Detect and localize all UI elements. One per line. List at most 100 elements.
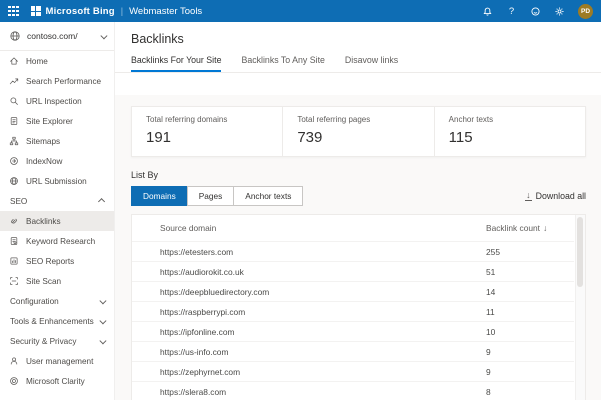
chevron-down-icon	[99, 297, 105, 303]
column-backlink-count-label: Backlink count	[486, 223, 540, 233]
source-domain-link[interactable]: https://deepbluedirectory.com	[160, 287, 486, 297]
table-scrollbar[interactable]	[575, 215, 585, 400]
home-icon	[9, 56, 19, 66]
document-icon	[9, 116, 19, 126]
toggle-anchor-texts[interactable]: Anchor texts	[233, 186, 303, 206]
content-area: Total referring domains 191 Total referr…	[115, 95, 601, 400]
toggle-domains[interactable]: Domains	[131, 186, 188, 206]
sidebar-item-site-explorer[interactable]: Site Explorer	[0, 111, 114, 131]
sidebar-item-backlinks[interactable]: Backlinks	[0, 211, 114, 231]
person-icon	[9, 356, 19, 366]
sidebar-item-label: Keyword Research	[26, 237, 95, 246]
sort-descending-icon[interactable]: ↓	[543, 223, 547, 233]
sidebar-item-label: Home	[26, 57, 48, 66]
sidebar-group-tools-enhancements[interactable]: Tools & Enhancements	[0, 311, 114, 331]
app-launcher-icon[interactable]	[8, 6, 19, 17]
backlink-count: 10	[486, 327, 574, 337]
settings-icon[interactable]	[554, 6, 565, 17]
column-backlink-count[interactable]: Backlink count↓	[486, 223, 574, 233]
column-source-domain[interactable]: Source domain	[160, 223, 486, 233]
source-domain-link[interactable]: https://raspberrypi.com	[160, 307, 486, 317]
backlink-count: 255	[486, 247, 574, 257]
sidebar-item-label: Sitemaps	[26, 137, 60, 146]
list-by-label: List By	[131, 170, 586, 180]
stat-anchor-texts: Anchor texts 115	[435, 107, 585, 156]
sidebar-item-label: SEO Reports	[26, 257, 74, 266]
sidebar-item-indexnow[interactable]: IndexNow	[0, 151, 114, 171]
table-header-row: Source domain Backlink count↓	[132, 215, 574, 241]
site-selector-label: contoso.com/	[27, 31, 95, 41]
download-all-label: Download all	[536, 191, 586, 201]
trend-chart-icon	[9, 76, 19, 86]
source-domain-link[interactable]: https://audiorokit.co.uk	[160, 267, 486, 277]
header-divider	[115, 72, 601, 73]
tab-backlinks-to-any-site[interactable]: Backlinks To Any Site	[241, 55, 324, 72]
site-selector[interactable]: contoso.com/	[0, 22, 114, 51]
help-icon[interactable]: ?	[506, 6, 517, 17]
brand-divider: |	[121, 6, 123, 16]
sidebar-item-url-inspection[interactable]: URL Inspection	[0, 91, 114, 111]
sidebar-group-configuration[interactable]: Configuration	[0, 291, 114, 311]
sidebar-item-keyword-research[interactable]: Keyword Research	[0, 231, 114, 251]
globe-icon	[9, 30, 21, 42]
sitemap-icon	[9, 136, 19, 146]
page-header: Backlinks Backlinks For Your Site Backli…	[115, 22, 601, 72]
source-domain-link[interactable]: https://etesters.com	[160, 247, 486, 257]
table-row[interactable]: https://raspberrypi.com 11	[132, 301, 574, 321]
sidebar-group-label: Configuration	[10, 297, 59, 306]
stat-value: 115	[449, 129, 571, 146]
keyword-icon	[9, 236, 19, 246]
table-row[interactable]: https://slera8.com 8	[132, 381, 574, 400]
microsoft-logo-icon	[31, 6, 41, 16]
backlinks-table: Source domain Backlink count↓ https://et…	[131, 214, 586, 400]
table-row[interactable]: https://zephyrnet.com 9	[132, 361, 574, 381]
sidebar-item-sitemaps[interactable]: Sitemaps	[0, 131, 114, 151]
chevron-down-icon	[100, 32, 106, 38]
download-all-button[interactable]: ↓ Download all	[525, 191, 586, 201]
sidebar-group-security-privacy[interactable]: Security & Privacy	[0, 331, 114, 351]
tab-backlinks-for-your-site[interactable]: Backlinks For Your Site	[131, 55, 221, 72]
sidebar-item-seo-reports[interactable]: SEO Reports	[0, 251, 114, 271]
toggle-pages[interactable]: Pages	[187, 186, 235, 206]
table-row[interactable]: https://etesters.com 255	[132, 241, 574, 261]
sidebar-item-microsoft-clarity[interactable]: Microsoft Clarity	[0, 371, 114, 391]
page-title: Backlinks	[131, 32, 585, 46]
sidebar-item-label: URL Submission	[26, 177, 87, 186]
clarity-icon	[9, 376, 19, 386]
feedback-icon[interactable]	[530, 6, 541, 17]
tab-disavow-links[interactable]: Disavow links	[345, 55, 398, 72]
sidebar-item-site-scan[interactable]: Site Scan	[0, 271, 114, 291]
sidebar: contoso.com/ Home Search Performance URL…	[0, 22, 115, 400]
stat-total-referring-domains: Total referring domains 191	[132, 107, 283, 156]
sidebar-item-label: Site Scan	[26, 277, 61, 286]
topbar-actions: ? PD	[482, 4, 593, 19]
source-domain-link[interactable]: https://slera8.com	[160, 387, 486, 397]
sidebar-item-label: IndexNow	[26, 157, 62, 166]
stat-total-referring-pages: Total referring pages 739	[283, 107, 434, 156]
sidebar-item-home[interactable]: Home	[0, 51, 114, 71]
sidebar-item-url-submission[interactable]: URL Submission	[0, 171, 114, 191]
top-bar: Microsoft Bing | Webmaster Tools ? PD	[0, 0, 601, 22]
sidebar-item-user-management[interactable]: User management	[0, 351, 114, 371]
stat-label: Total referring pages	[297, 115, 419, 124]
table-row[interactable]: https://deepbluedirectory.com 14	[132, 281, 574, 301]
table-row[interactable]: https://us-info.com 9	[132, 341, 574, 361]
sidebar-item-search-performance[interactable]: Search Performance	[0, 71, 114, 91]
list-by-row: Domains Pages Anchor texts ↓ Download al…	[131, 186, 586, 206]
notifications-icon[interactable]	[482, 6, 493, 17]
table-row[interactable]: https://ipfonline.com 10	[132, 321, 574, 341]
report-icon	[9, 256, 19, 266]
chevron-down-icon	[99, 317, 105, 323]
table-row[interactable]: https://audiorokit.co.uk 51	[132, 261, 574, 281]
sidebar-group-seo[interactable]: SEO	[0, 191, 114, 211]
source-domain-link[interactable]: https://ipfonline.com	[160, 327, 486, 337]
table-scrollbar-thumb[interactable]	[577, 217, 583, 287]
sidebar-group-label: SEO	[10, 197, 27, 206]
user-avatar[interactable]: PD	[578, 4, 593, 19]
backlinks-tabs: Backlinks For Your Site Backlinks To Any…	[131, 55, 585, 72]
link-icon	[9, 216, 19, 226]
list-by-toggle-group: Domains Pages Anchor texts	[131, 186, 303, 206]
source-domain-link[interactable]: https://us-info.com	[160, 347, 486, 357]
suite-name: Webmaster Tools	[129, 6, 202, 17]
source-domain-link[interactable]: https://zephyrnet.com	[160, 367, 486, 377]
